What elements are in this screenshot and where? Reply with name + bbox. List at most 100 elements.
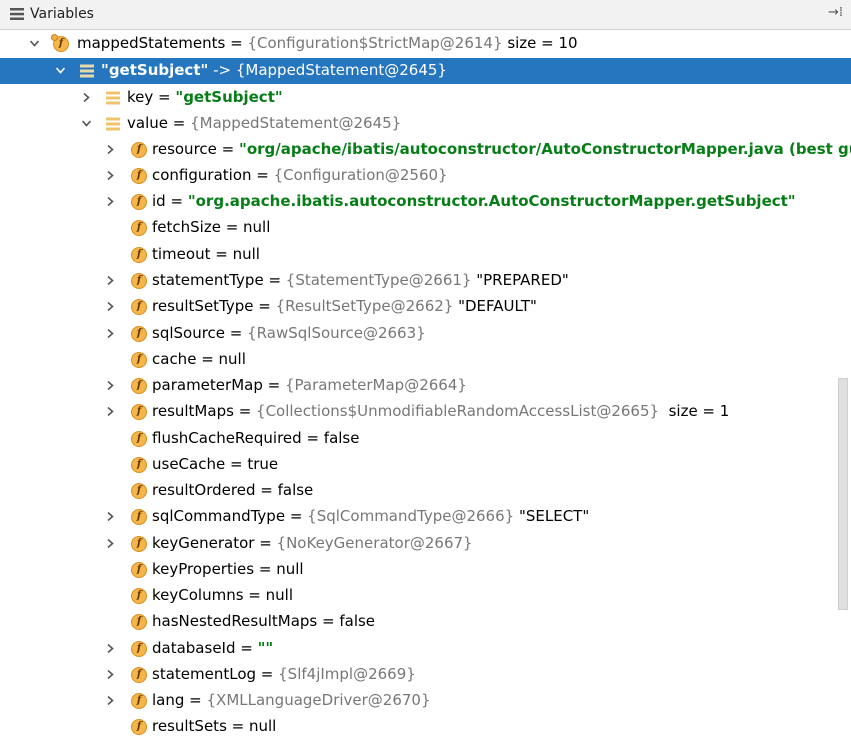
tree-row-field-sqlCommandType[interactable]: f sqlCommandType = {SqlCommandType@2666} … [0,504,851,530]
tree-row-field-lang[interactable]: f lang = {XMLLanguageDriver@2670} [0,688,851,714]
field-icon: f [131,483,147,499]
field-name: sqlCommandType [152,507,286,525]
field-type: {XMLLanguageDriver@2670} [206,691,431,709]
chevron-right-icon[interactable] [106,329,115,338]
map-entry-icon [80,63,96,79]
field-name: timeout [152,245,211,263]
field-name: resultSets [152,717,227,735]
variable-name: value [127,114,168,132]
field-value: false [339,612,376,630]
field-icon: f [131,457,147,473]
field-value: null [265,586,293,604]
list-icon [10,8,24,20]
chevron-right-icon[interactable] [106,171,115,180]
variable-name: key [127,88,154,106]
field-icon: f [131,194,147,210]
pin-tab-icon[interactable]: →⁞ [828,5,843,20]
field-icon: f [51,34,69,52]
chevron-right-icon[interactable] [106,512,115,521]
tree-row-field-resultOrdered[interactable]: f resultOrdered = false [0,478,851,504]
field-string-value: "" [257,639,274,657]
field-name: resultSetType [152,297,254,315]
tree-row-field-databaseId[interactable]: f databaseId = "" [0,636,851,662]
tree-row-field-configuration[interactable]: f configuration = {Configuration@2560} [0,163,851,189]
tree-row-field-resultSets[interactable]: f resultSets = null [0,714,851,740]
chevron-down-icon[interactable] [56,66,65,75]
variables-panel-header: Variables →⁞ [0,0,851,30]
variables-tree: f mappedStatements = {Configuration$Stri… [0,31,851,743]
tree-row-field-fetchSize[interactable]: f fetchSize = null [0,215,851,241]
tree-row-field-keyGenerator[interactable]: f keyGenerator = {NoKeyGenerator@2667} [0,531,851,557]
chevron-right-icon[interactable] [106,407,115,416]
field-icon: f [131,168,147,184]
field-icon: f [131,562,147,578]
chevron-right-icon[interactable] [106,145,115,154]
field-icon: f [131,404,147,420]
chevron-right-icon[interactable] [106,670,115,679]
panel-title: Variables [30,6,94,22]
variable-size: size = 10 [507,34,578,52]
map-entry-icon [106,116,122,132]
field-icon: f [131,614,147,630]
tree-row-field-resource[interactable]: f resource = "org/apache/ibatis/autoconst… [0,137,851,163]
field-icon: f [131,378,147,394]
field-name: flushCacheRequired [152,429,302,447]
tree-row-field-useCache[interactable]: f useCache = true [0,452,851,478]
tree-row-map-entry[interactable]: "getSubject" -> {MappedStatement@2645} [0,58,851,84]
field-name: fetchSize [152,218,221,236]
chevron-right-icon[interactable] [106,302,115,311]
vertical-scrollbar[interactable] [838,378,848,610]
tree-row-field-sqlSource[interactable]: f sqlSource = {RawSqlSource@2663} [0,321,851,347]
chevron-down-icon[interactable] [82,119,91,128]
field-name: configuration [152,166,252,184]
field-name: sqlSource [152,324,226,342]
chevron-down-icon[interactable] [30,39,39,48]
tree-row-field-id[interactable]: f id = "org.apache.ibatis.autoconstructor… [0,189,851,215]
tree-row-field-resultSetType[interactable]: f resultSetType = {ResultSetType@2662} "D… [0,294,851,320]
tree-row-field-statementType[interactable]: f statementType = {StatementType@2661} "P… [0,268,851,294]
field-icon: f [131,352,147,368]
variable-type: {MappedStatement@2645} [190,114,402,132]
chevron-right-icon[interactable] [106,539,115,548]
field-icon: f [131,326,147,342]
tree-row-field-keyProperties[interactable]: f keyProperties = null [0,557,851,583]
field-icon: f [131,509,147,525]
field-type: {StatementType@2661} [285,271,472,289]
field-value: null [249,717,277,735]
tree-row-field-keyColumns[interactable]: f keyColumns = null [0,583,851,609]
field-name: hasNestedResultMaps [152,612,318,630]
field-icon: f [131,719,147,735]
tree-row-field-parameterMap[interactable]: f parameterMap = {ParameterMap@2664} [0,373,851,399]
field-icon: f [131,273,147,289]
chevron-right-icon[interactable] [106,696,115,705]
field-name: databaseId [152,639,236,657]
tree-row-field-flushCacheRequired[interactable]: f flushCacheRequired = false [0,426,851,452]
field-name: keyColumns [152,586,244,604]
field-value: null [276,560,304,578]
chevron-right-icon[interactable] [106,644,115,653]
entry-key: "getSubject" [101,61,209,79]
field-icon: f [131,247,147,263]
chevron-right-icon[interactable] [106,197,115,206]
field-name: lang [152,691,185,709]
field-icon: f [131,220,147,236]
variable-name: mappedStatements [77,34,226,52]
field-icon: f [131,588,147,604]
tree-row-key[interactable]: key = "getSubject" [0,85,851,111]
chevron-right-icon[interactable] [106,276,115,285]
field-value: true [247,455,279,473]
tree-row-field-timeout[interactable]: f timeout = null [0,242,851,268]
field-type: {ResultSetType@2662} [275,297,454,315]
chevron-right-icon[interactable] [82,93,91,102]
tree-row-field-statementLog[interactable]: f statementLog = {Slf4jImpl@2669} [0,662,851,688]
tree-row-value[interactable]: value = {MappedStatement@2645} [0,111,851,137]
tree-row-field-cache[interactable]: f cache = null [0,347,851,373]
field-name: keyGenerator [152,534,255,552]
field-icon: f [131,431,147,447]
tree-row-field-hasNestedResultMaps[interactable]: f hasNestedResultMaps = false [0,609,851,635]
tree-row-field-resultMaps[interactable]: f resultMaps = {Collections$UnmodifiableR… [0,399,851,425]
tree-row-mapped-statements[interactable]: f mappedStatements = {Configuration$Stri… [0,31,851,57]
field-name: cache [152,350,197,368]
chevron-right-icon[interactable] [106,381,115,390]
field-type: {NoKeyGenerator@2667} [276,534,473,552]
